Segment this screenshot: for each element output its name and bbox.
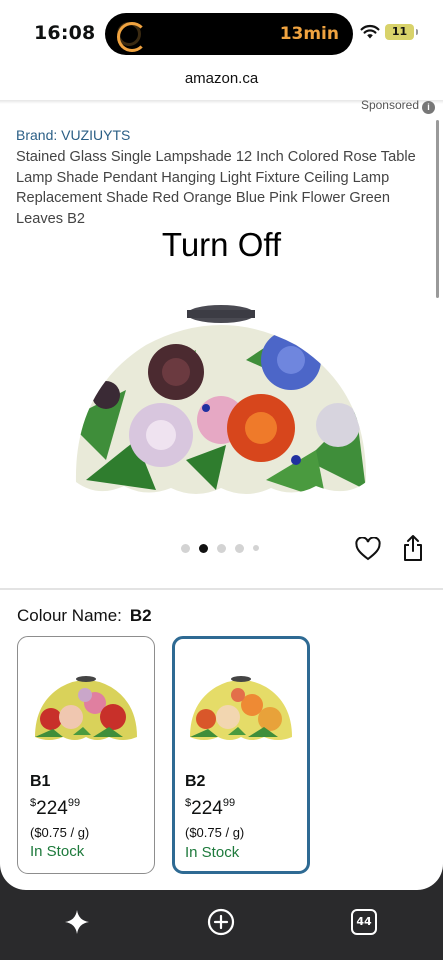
variant-name: B2 [185,773,206,790]
new-tab-icon[interactable] [207,908,235,936]
share-icon[interactable] [402,534,424,562]
sponsored-label[interactable]: Sponsored i [361,98,435,114]
colour-name-row: Colour Name: B2 [17,606,152,626]
price-whole: 224 [36,798,68,819]
scrollbar[interactable] [436,120,439,298]
variant-card-b1[interactable]: B1 $22499 ($0.75 / g) In Stock [17,636,155,874]
status-time: 16:08 [34,22,96,44]
pagination-dot[interactable] [235,543,244,553]
browser-page: 16:08 13min 11 amazon.ca Sponsored i Bran… [0,0,443,890]
sparkle-icon[interactable] [63,908,91,936]
timer-text: 13min [279,24,339,44]
pagination-dot-active[interactable] [199,543,208,553]
variant-price: $22499 [185,797,235,820]
sponsored-text: Sponsored [360,98,419,112]
pagination-dot[interactable] [181,543,190,553]
variant-card-b2[interactable]: B2 $22499 ($0.75 / g) In Stock [172,636,310,874]
brand-link[interactable]: Brand: VUZIUYTS [16,127,130,143]
heart-icon[interactable] [355,537,381,561]
tabs-icon[interactable]: 44 [351,909,377,935]
section-divider [0,588,443,590]
image-pagination[interactable] [181,543,259,553]
price-whole: 224 [191,798,223,819]
info-icon[interactable]: i [422,101,435,114]
battery-icon: 11 [385,24,418,40]
colour-name-value: B2 [129,606,152,625]
unit-price: ($0.75 / g) [185,825,245,840]
variant-name: B1 [30,773,51,790]
stock-status: In Stock [185,844,240,861]
status-bar: 16:08 13min 11 [0,0,443,64]
variant-price: $22499 [30,797,80,820]
product-image[interactable] [66,300,376,500]
product-title[interactable]: Stained Glass Single Lampshade 12 Inch C… [16,147,426,229]
pagination-dot[interactable] [217,543,226,553]
timer-icon [117,22,147,52]
variant-thumbnail [35,676,137,740]
price-fraction: 99 [67,797,81,809]
price-fraction: 99 [222,797,236,809]
stock-status: In Stock [30,843,85,860]
dynamic-island[interactable]: 13min [105,13,353,55]
colour-name-label: Colour Name: [17,606,122,625]
pagination-dot[interactable] [253,545,259,551]
variant-thumbnail [190,676,292,740]
url-label[interactable]: amazon.ca [0,70,443,87]
wifi-icon [360,24,380,39]
unit-price: ($0.75 / g) [30,825,90,840]
overlay-text: Turn Off [161,226,282,263]
